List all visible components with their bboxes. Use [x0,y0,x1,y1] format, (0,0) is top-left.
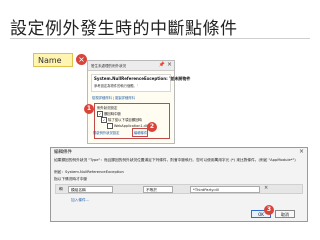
break-when-thrown-label: 擲回時中斷 [104,112,121,116]
edit-conditions-link-highlight[interactable]: 編輯條件 [132,128,148,137]
cancel-button[interactable]: 取消 [275,210,295,218]
open-exception-settings-link[interactable]: 開啟例外狀況設定 [93,130,119,135]
exception-details-box: System.NullReferenceException: '並未將物件 參考… [91,74,190,92]
condition-value-input[interactable]: *ThirdParty.dll [190,186,260,193]
settings-header: 例外狀況設定 [97,106,118,110]
step-badge-1: 1 [84,104,94,114]
exception-type: System.NullReferenceException: '並未將物件 [94,76,191,81]
edit-conditions-link[interactable]: 編輯條件 [134,130,147,135]
exception-helper-window: 發生未處理的例外狀況 📌 × System.NullReferenceExcep… [87,60,190,144]
page-title: 設定例外發生時的中斷點條件 [10,19,238,39]
step-badge-2: 2 [147,122,157,132]
close-icon[interactable]: × [299,148,304,155]
condition-row: 和 模組名稱 不等於 *ThirdParty.dll × [55,184,303,194]
error-icon: × [76,54,87,65]
title-divider [10,38,310,39]
exception-message: 參考設定為物件的執行個體。' [94,84,138,88]
condition-instruction: 指以下情況時才中斷 [54,177,88,181]
code-symbol-name[interactable]: Name [33,53,73,67]
close-icon[interactable]: × [167,61,172,68]
close-icon[interactable]: × [264,185,268,191]
condition-example: 例如：System.NullReferenceException [54,170,124,174]
step-badge-3: 3 [264,205,274,215]
exception-links[interactable]: 檢視詳細資料 | 複製詳細資料 [92,95,135,100]
dialog-description: 如果擲回的例外狀況 "Type"：而且擲回的例外狀況位置滿足下列條件，則會中斷執… [54,158,296,162]
add-condition-link[interactable]: 加入條件... [71,198,89,203]
condition-and-label: 和 [59,187,63,191]
except-when-label: 除了從以下項目擲回時 [108,118,142,122]
condition-operator-select[interactable]: 不等於 [143,186,173,193]
dialog-title: 編輯條件 [54,150,72,155]
condition-field-select[interactable]: 模組名稱 [68,186,113,193]
pin-icon[interactable]: 📌 [159,62,165,68]
checkbox-unchecked-icon[interactable] [107,123,113,129]
